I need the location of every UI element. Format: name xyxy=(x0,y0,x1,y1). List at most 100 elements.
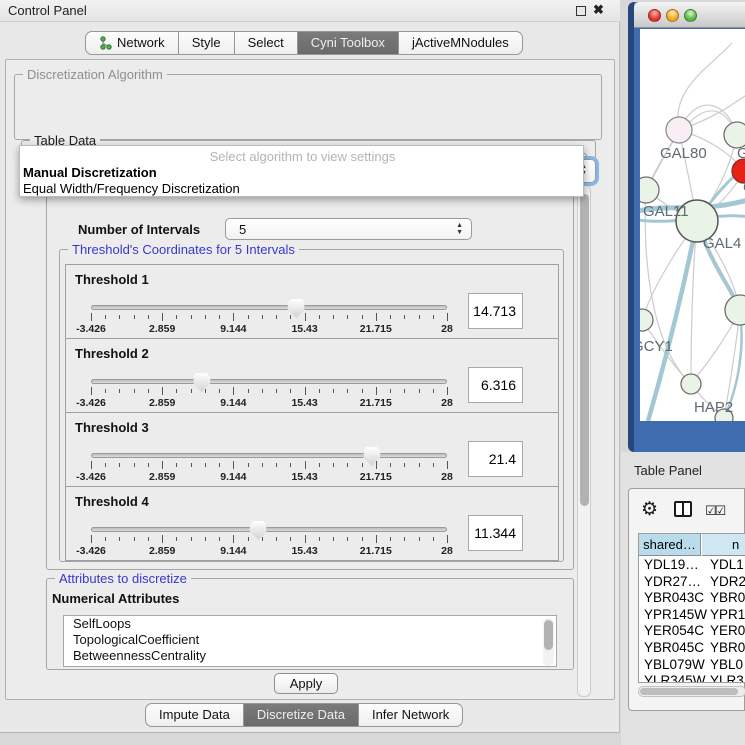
tab-select[interactable]: Select xyxy=(235,31,298,55)
node-label: GAL80 xyxy=(660,145,707,162)
table-cell[interactable]: YDL1 xyxy=(705,557,745,574)
table-cell[interactable]: YDR2 xyxy=(705,574,745,591)
table-cell[interactable]: YLR345W xyxy=(639,673,701,683)
columns-icon[interactable] xyxy=(674,501,692,517)
column-header-shared-name[interactable]: shared… xyxy=(639,534,701,556)
list-item[interactable]: SelfLoops xyxy=(64,616,556,632)
threshold-row: Threshold 1 -3.426 2.859 9.144 15.43 21.… xyxy=(65,264,559,339)
node-gcy1[interactable] xyxy=(640,309,653,331)
node-gal80[interactable] xyxy=(666,117,692,143)
algorithm-option-equal-width[interactable]: Equal Width/Frequency Discretization xyxy=(23,181,581,197)
scale-tick-label: 21.715 xyxy=(360,471,392,483)
tab-infer-network[interactable]: Infer Network xyxy=(359,703,463,727)
numerical-attributes-list[interactable]: SelfLoops TopologicalCoefficient Between… xyxy=(63,615,557,667)
number-of-intervals-select[interactable]: 5 ▲▼ xyxy=(225,218,472,240)
tab-impute-data-label: Impute Data xyxy=(159,704,230,726)
threshold-value-field[interactable]: 21.4 xyxy=(468,441,523,477)
threshold-value-field[interactable]: 14.713 xyxy=(468,293,523,329)
thresholds-group-title: Threshold's Coordinates for 5 Intervals xyxy=(68,242,299,257)
algorithm-hint-text: Select algorithm to view settings xyxy=(20,149,585,164)
table-cell[interactable]: YPR145W xyxy=(639,607,701,624)
thresholds-group: Threshold's Coordinates for 5 Intervals … xyxy=(59,249,564,562)
scale-tick-label: 15.43 xyxy=(291,323,317,335)
minimize-traffic-light-icon[interactable] xyxy=(666,9,679,22)
top-tab-bar: Network Style Select Cyni Toolbox jActiv… xyxy=(85,31,523,55)
scale-tick-label: 28 xyxy=(441,397,453,409)
node-h[interactable] xyxy=(725,295,745,325)
close-icon[interactable]: ✖ xyxy=(593,2,604,18)
table-cell[interactable]: YBR045C xyxy=(639,640,701,657)
table-cell[interactable]: YPR1 xyxy=(705,607,745,624)
list-item[interactable]: TopologicalCoefficient xyxy=(64,632,556,648)
table-cell[interactable]: YBL079W xyxy=(639,657,701,674)
table-cell[interactable]: YBR0 xyxy=(705,640,745,657)
threshold-slider[interactable] xyxy=(91,305,447,310)
number-of-intervals-label: Number of Intervals xyxy=(78,222,200,237)
scale-tick-label: 2.859 xyxy=(149,545,175,557)
tab-network[interactable]: Network xyxy=(85,31,179,55)
algorithm-option-manual[interactable]: Manual Discretization xyxy=(23,165,581,181)
node-hap2[interactable] xyxy=(681,374,701,394)
apply-button[interactable]: Apply xyxy=(274,673,338,694)
tab-jactivemnodules[interactable]: jActiveMNodules xyxy=(399,31,523,55)
scale-tick-label: 9.144 xyxy=(220,323,246,335)
node-label: GAL11 xyxy=(643,203,689,220)
tab-style-label: Style xyxy=(192,32,221,54)
threshold-slider[interactable] xyxy=(91,453,447,458)
network-canvas[interactable]: GAL80 GA C GAL11 GAL4 GCY1 H HAP2 xyxy=(640,29,745,421)
gear-icon[interactable]: ⚙ xyxy=(641,498,658,521)
threshold-label: Threshold 2 xyxy=(75,346,149,361)
table-cell[interactable]: YBR0 xyxy=(705,590,745,607)
table-cell[interactable]: YBR043C xyxy=(639,590,701,607)
threshold-slider[interactable] xyxy=(91,379,447,384)
table-toolbar: ⚙ ☑☑ xyxy=(629,489,745,529)
list-item[interactable]: BetweennessCentrality xyxy=(64,648,556,664)
tab-cyni-toolbox-label: Cyni Toolbox xyxy=(311,32,385,54)
list-scrollbar[interactable] xyxy=(543,618,554,666)
tab-style[interactable]: Style xyxy=(179,31,235,55)
slider-ticks xyxy=(91,461,447,470)
slider-scale: -3.426 2.859 9.144 15.43 21.715 28 xyxy=(91,323,447,335)
tab-discretize-data[interactable]: Discretize Data xyxy=(244,703,359,727)
threshold-row: Threshold 2 -3.426 2.859 9.144 15.43 21.… xyxy=(65,338,559,413)
threshold-value-field[interactable]: 11.344 xyxy=(468,515,523,551)
scale-tick-label: -3.426 xyxy=(76,323,106,335)
tab-impute-data[interactable]: Impute Data xyxy=(145,703,244,727)
slider-scale: -3.426 2.859 9.144 15.43 21.715 28 xyxy=(91,471,447,483)
node-label: GAL4 xyxy=(703,235,741,252)
table-horizontal-scrollbar[interactable] xyxy=(638,686,745,697)
network-window-titlebar xyxy=(634,2,745,28)
table-cell[interactable]: YDR27… xyxy=(639,574,701,591)
network-icon xyxy=(99,36,112,50)
attributes-group: Attributes to discretize Numerical Attri… xyxy=(46,578,574,670)
node-gal11[interactable] xyxy=(640,177,659,203)
node-table[interactable]: shared… n YDL19… YDR27… YBR043C YPR145W … xyxy=(638,533,745,683)
table-column-name: YDL1 YDR2 YBR0 YPR1 YER0 YBR0 YBL0 YLR3 … xyxy=(705,557,745,683)
interval-definition-group: Interval Definition Number of Intervals … xyxy=(46,192,574,570)
tab-discretize-data-label: Discretize Data xyxy=(257,704,345,726)
table-panel-title: Table Panel xyxy=(634,463,702,478)
threshold-value-field[interactable]: 6.316 xyxy=(468,367,523,403)
slider-ticks xyxy=(91,387,447,396)
settings-scrollbar[interactable] xyxy=(577,185,591,697)
table-cell[interactable]: YDL19… xyxy=(639,557,701,574)
checkbox-icon[interactable]: ☑☑ xyxy=(705,503,724,519)
scale-tick-label: -3.426 xyxy=(76,397,106,409)
threshold-slider[interactable] xyxy=(91,527,447,532)
slider-scale: -3.426 2.859 9.144 15.43 21.715 28 xyxy=(91,397,447,409)
column-header-name[interactable]: n xyxy=(702,534,745,556)
scale-tick-label: 21.715 xyxy=(360,397,392,409)
node-label: HAP2 xyxy=(694,399,733,416)
table-cell[interactable]: YBL0 xyxy=(705,657,745,674)
node-label: GCY1 xyxy=(640,338,673,355)
float-window-icon[interactable] xyxy=(576,6,586,16)
close-traffic-light-icon[interactable] xyxy=(648,9,661,22)
table-column-shared-name: YDL19… YDR27… YBR043C YPR145W YER054C YB… xyxy=(639,557,701,683)
table-cell[interactable]: YER054C xyxy=(639,623,701,640)
table-cell[interactable]: YER0 xyxy=(705,623,745,640)
tab-jactivemnodules-label: jActiveMNodules xyxy=(412,32,509,54)
table-cell[interactable]: YLR3 xyxy=(705,673,745,683)
zoom-traffic-light-icon[interactable] xyxy=(684,9,697,22)
tab-cyni-toolbox[interactable]: Cyni Toolbox xyxy=(298,31,399,55)
network-view-window: GAL80 GA C GAL11 GAL4 GCY1 H HAP2 xyxy=(628,2,745,452)
